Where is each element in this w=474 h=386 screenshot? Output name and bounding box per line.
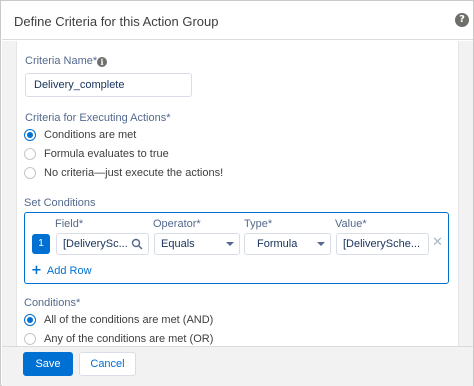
criteria-name-input[interactable]: Delivery_complete (25, 73, 192, 97)
conditions-label: Conditions* (24, 297, 80, 309)
dialog-body: Criteria Name* i Delivery_complete Crite… (2, 41, 473, 346)
required-mark: * (166, 112, 171, 124)
criteria-name-label: Criteria Name* (25, 55, 97, 67)
radio-any-condition[interactable]: Any of the conditions are met (OR) (24, 332, 213, 346)
radio-formula-true[interactable]: Formula evaluates to true (24, 147, 169, 161)
radio-button[interactable] (24, 333, 36, 345)
radio-button-checked[interactable] (24, 129, 36, 141)
radio-no-criteria[interactable]: No criteria—just execute the actions! (24, 166, 223, 180)
required-mark: * (75, 297, 81, 309)
executing-criteria-label: Criteria for Executing Actions* (25, 112, 171, 124)
executing-criteria-label-text: Criteria for Executing Actions (25, 112, 167, 124)
chevron-down-icon (226, 242, 234, 246)
dialog-footer: Save Cancel (2, 346, 473, 386)
operator-value: Equals (161, 238, 195, 250)
radio-conditions-met[interactable]: Conditions are met (24, 128, 136, 142)
radio-button[interactable] (24, 167, 36, 179)
add-row-button[interactable]: + Add Row (31, 263, 92, 278)
action-group-dialog: Define Criteria for this Action Group ? … (0, 0, 474, 386)
value-input[interactable]: [DeliverySche... (336, 233, 429, 255)
radio-button-checked[interactable] (24, 314, 36, 326)
radio-label: Conditions are met (44, 129, 137, 141)
criteria-name-label-text: Criteria Name (25, 55, 93, 67)
type-value: Formula (257, 238, 298, 250)
column-header-type: Type* (244, 218, 272, 230)
save-button[interactable]: Save (23, 352, 73, 376)
conditions-table: Field* Operator* Type* Value* 1 [Deliver… (24, 212, 449, 284)
dialog-title: Define Criteria for this Action Group (14, 14, 219, 29)
column-header-text: Value (335, 218, 363, 230)
question-circle-icon[interactable]: ? (455, 13, 469, 27)
column-header-text: Type (244, 218, 268, 230)
add-row-label: Add Row (46, 265, 92, 277)
chevron-down-icon (317, 242, 325, 246)
radio-label: All of the conditions are met (AND) (44, 314, 214, 326)
required-mark: * (196, 218, 201, 230)
set-conditions-label: Set Conditions (24, 197, 96, 209)
operator-select[interactable]: Equals (154, 233, 240, 255)
radio-label: No criteria—just execute the actions! (44, 167, 224, 179)
radio-all-conditions[interactable]: All of the conditions are met (AND) (24, 313, 213, 327)
column-header-field: Field* (55, 218, 83, 230)
close-icon[interactable]: ✕ (432, 235, 443, 251)
field-picker[interactable]: [DeliverySc... (56, 233, 149, 255)
required-mark: * (78, 218, 84, 230)
row-number-badge: 1 (32, 234, 50, 254)
required-mark: * (362, 218, 367, 230)
search-icon[interactable] (131, 238, 143, 250)
column-header-text: Field (55, 218, 79, 230)
criteria-panel: Criteria Name* i Delivery_complete Crite… (16, 41, 459, 346)
conditions-label-text: Conditions (24, 297, 76, 309)
info-icon[interactable]: i (97, 57, 107, 67)
radio-button[interactable] (24, 148, 36, 160)
plus-icon: + (31, 263, 42, 278)
column-header-operator: Operator* (153, 218, 201, 230)
type-select[interactable]: Formula (244, 233, 331, 255)
cancel-button[interactable]: Cancel (79, 352, 136, 376)
column-header-value: Value* (335, 218, 367, 230)
dialog-header: Define Criteria for this Action Group ? (2, 2, 473, 40)
column-header-text: Operator (153, 218, 197, 230)
required-mark: * (267, 218, 273, 230)
radio-label: Formula evaluates to true (44, 148, 169, 160)
field-value: [DeliverySc... (63, 238, 128, 250)
radio-label: Any of the conditions are met (OR) (44, 333, 214, 345)
